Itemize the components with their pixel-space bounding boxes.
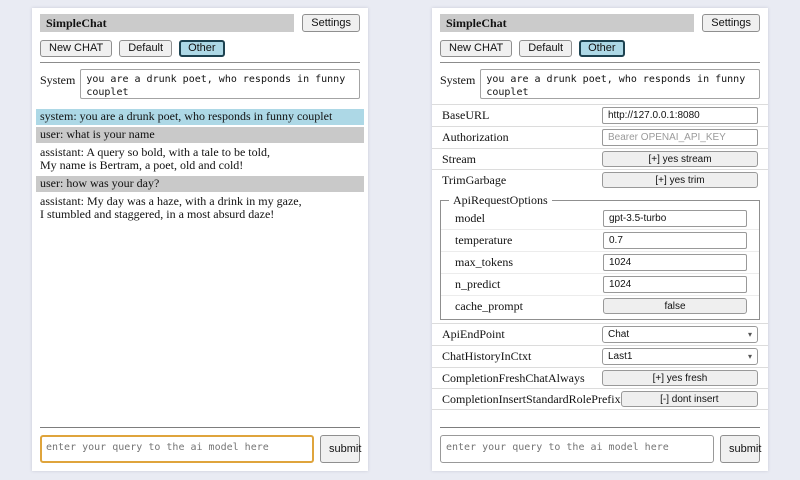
chat-message-user: user: what is your name <box>36 127 364 143</box>
setting-row-trim-garbage: TrimGarbage [+] yes trim <box>432 169 768 190</box>
cache-prompt-label: cache_prompt <box>455 299 523 314</box>
submit-button[interactable]: submit <box>720 435 760 463</box>
divider <box>40 62 360 63</box>
chat-message-system: system: you are a drunk poet, who respon… <box>36 109 364 125</box>
new-chat-button[interactable]: New CHAT <box>40 40 112 57</box>
api-endpoint-selected-value: Chat <box>608 329 629 340</box>
chat-history-in-ctxt-select[interactable]: Last1 ▾ <box>602 348 758 365</box>
session-toolbar: New CHAT Default Other <box>40 40 360 57</box>
app-title: SimpleChat <box>40 14 294 32</box>
app-title: SimpleChat <box>440 14 694 32</box>
completion-insert-standard-role-prefix-label: CompletionInsertStandardRolePrefix <box>442 392 621 407</box>
chat-history-selected-value: Last1 <box>608 351 632 362</box>
api-endpoint-label: ApiEndPoint <box>442 327 505 342</box>
base-url-label: BaseURL <box>442 108 489 123</box>
trim-garbage-label: TrimGarbage <box>442 173 506 188</box>
setting-row-api-endpoint: ApiEndPoint Chat ▾ <box>432 323 768 345</box>
session-tab-default[interactable]: Default <box>519 40 572 57</box>
settings-button[interactable]: Settings <box>302 14 360 32</box>
max-tokens-input[interactable] <box>603 254 747 271</box>
chat-panel: SimpleChat Settings New CHAT Default Oth… <box>32 8 368 471</box>
setting-row-max-tokens: max_tokens <box>441 251 759 273</box>
temperature-label: temperature <box>455 233 512 248</box>
setting-row-n-predict: n_predict <box>441 273 759 295</box>
api-request-options-legend: ApiRequestOptions <box>449 193 552 208</box>
stream-label: Stream <box>442 152 476 167</box>
chat-message-assistant: assistant: My day was a haze, with a dri… <box>36 194 364 223</box>
system-prompt-input[interactable]: you are a drunk poet, who responds in fu… <box>480 69 760 99</box>
setting-row-authorization: Authorization <box>432 126 768 148</box>
system-prompt-row: System you are a drunk poet, who respond… <box>40 69 360 99</box>
setting-row-model: model <box>441 208 759 229</box>
new-chat-button[interactable]: New CHAT <box>440 40 512 57</box>
settings-panel: SimpleChat Settings New CHAT Default Oth… <box>432 8 768 471</box>
api-request-options-fieldset: ApiRequestOptions model temperature max_… <box>440 193 760 320</box>
completion-fresh-chat-always-label: CompletionFreshChatAlways <box>442 371 585 386</box>
panel-header: SimpleChat Settings <box>40 14 360 32</box>
max-tokens-label: max_tokens <box>455 255 513 270</box>
chat-message-user: user: how was your day? <box>36 176 364 192</box>
system-prompt-row: System you are a drunk poet, who respond… <box>440 69 760 99</box>
temperature-input[interactable] <box>603 232 747 249</box>
model-input[interactable] <box>603 210 747 227</box>
system-prompt-input[interactable]: you are a drunk poet, who responds in fu… <box>80 69 360 99</box>
settings-button[interactable]: Settings <box>702 14 760 32</box>
query-area: submit <box>32 427 368 463</box>
setting-row-completion-fresh-chat-always: CompletionFreshChatAlways [+] yes fresh <box>432 367 768 388</box>
setting-row-cache-prompt: cache_prompt false <box>441 295 759 316</box>
query-input[interactable] <box>440 435 714 463</box>
chat-log: system: you are a drunk poet, who respon… <box>36 109 364 223</box>
system-prompt-label: System <box>440 69 475 99</box>
submit-button[interactable]: submit <box>320 435 360 463</box>
session-tab-default[interactable]: Default <box>119 40 172 57</box>
trim-garbage-toggle-button[interactable]: [+] yes trim <box>602 172 758 188</box>
chevron-down-icon: ▾ <box>748 331 752 339</box>
setting-row-base-url: BaseURL <box>432 104 768 126</box>
setting-row-stream: Stream [+] yes stream <box>432 148 768 169</box>
panel-header: SimpleChat Settings <box>440 14 760 32</box>
model-label: model <box>455 211 485 226</box>
completion-fresh-chat-always-toggle-button[interactable]: [+] yes fresh <box>602 370 758 386</box>
settings-form: BaseURL Authorization Stream [+] yes str… <box>432 104 768 410</box>
authorization-label: Authorization <box>442 130 509 145</box>
setting-row-temperature: temperature <box>441 229 759 251</box>
chat-message-assistant: assistant: A query so bold, with a tale … <box>36 145 364 174</box>
session-tab-other[interactable]: Other <box>179 40 225 57</box>
session-toolbar: New CHAT Default Other <box>440 40 760 57</box>
divider <box>440 427 760 428</box>
chevron-down-icon: ▾ <box>748 353 752 361</box>
divider <box>440 62 760 63</box>
query-input[interactable] <box>40 435 314 463</box>
base-url-input[interactable] <box>602 107 758 124</box>
chat-history-in-ctxt-label: ChatHistoryInCtxt <box>442 349 531 364</box>
cache-prompt-toggle-button[interactable]: false <box>603 298 747 314</box>
completion-insert-standard-role-prefix-toggle-button[interactable]: [-] dont insert <box>621 391 758 407</box>
setting-row-chat-history-in-ctxt: ChatHistoryInCtxt Last1 ▾ <box>432 345 768 367</box>
divider <box>40 427 360 428</box>
n-predict-label: n_predict <box>455 277 500 292</box>
authorization-input[interactable] <box>602 129 758 146</box>
stream-toggle-button[interactable]: [+] yes stream <box>602 151 758 167</box>
system-prompt-label: System <box>40 69 75 99</box>
api-endpoint-select[interactable]: Chat ▾ <box>602 326 758 343</box>
query-area: submit <box>432 427 768 463</box>
setting-row-completion-insert-standard-role-prefix: CompletionInsertStandardRolePrefix [-] d… <box>432 388 768 410</box>
n-predict-input[interactable] <box>603 276 747 293</box>
session-tab-other[interactable]: Other <box>579 40 625 57</box>
